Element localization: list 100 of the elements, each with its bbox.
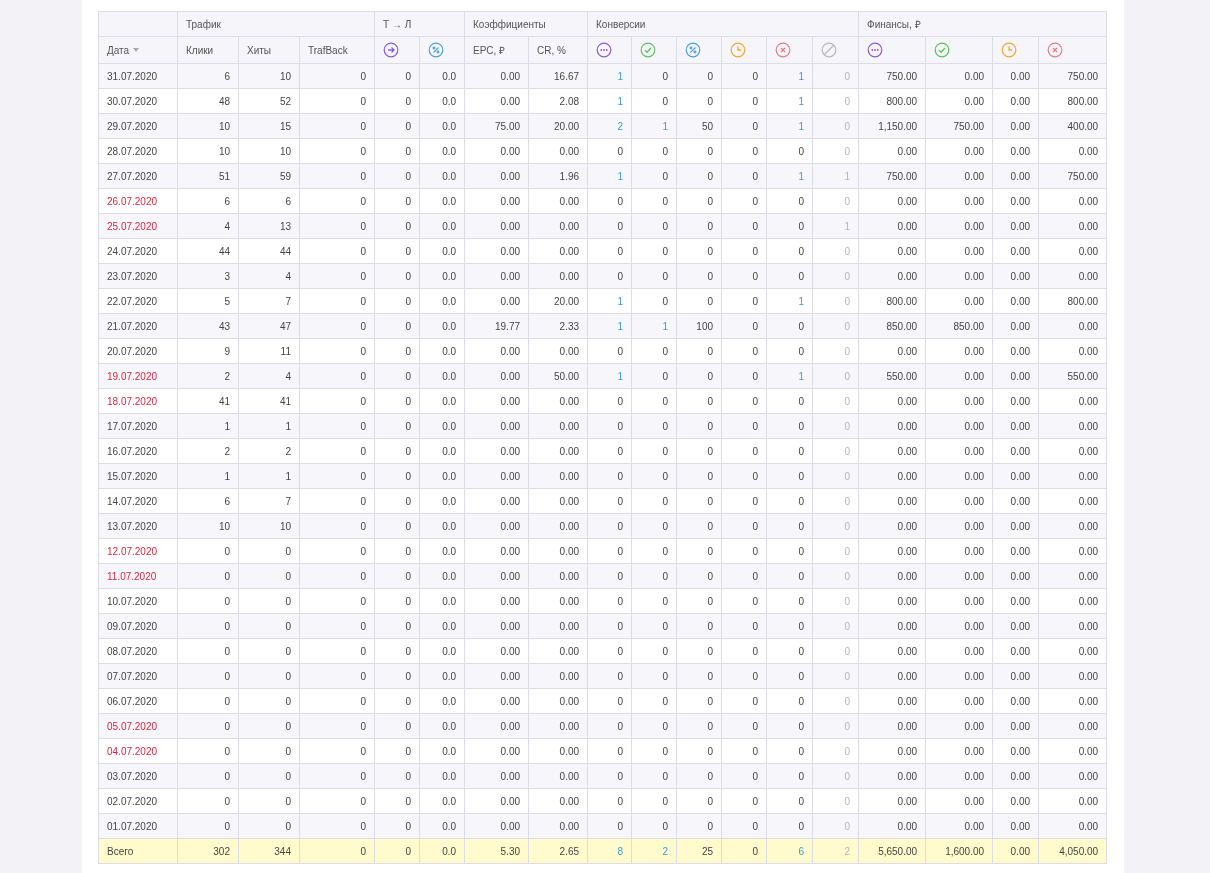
table-cell: 0 bbox=[374, 638, 420, 664]
table-cell: 0 bbox=[631, 563, 677, 589]
table-cell: 400.00 bbox=[1038, 113, 1107, 139]
date-cell: 29.07.2020 bbox=[98, 113, 178, 139]
table-cell: 0 bbox=[812, 313, 859, 339]
table-cell: 0.00 bbox=[858, 513, 926, 539]
table-cell: 0.0 bbox=[419, 338, 465, 364]
count-link[interactable]: 1 bbox=[587, 88, 632, 114]
table-cell: 0 bbox=[676, 488, 722, 514]
table-cell: 0 bbox=[374, 438, 420, 464]
table-cell: 750.00 bbox=[1038, 163, 1107, 189]
count-link[interactable]: 1 bbox=[587, 363, 632, 389]
count-link[interactable]: 1 bbox=[587, 63, 632, 89]
table-cell: 0 bbox=[374, 763, 420, 789]
table-cell: 0 bbox=[374, 613, 420, 639]
table-cell: 0.00 bbox=[1038, 388, 1107, 414]
table-cell: 0 bbox=[299, 638, 375, 664]
table-cell: 19.77 bbox=[464, 313, 529, 339]
table-cell: 0 bbox=[631, 138, 677, 164]
count-link[interactable]: 1 bbox=[766, 113, 813, 139]
table-cell: 0.00 bbox=[1038, 138, 1107, 164]
table-cell: 10 bbox=[238, 138, 300, 164]
table-cell: 0 bbox=[299, 388, 375, 414]
table-cell: 0.00 bbox=[528, 563, 588, 589]
table-cell: 0 bbox=[676, 763, 722, 789]
table-cell: 0 bbox=[721, 713, 767, 739]
table-cell: 0 bbox=[631, 663, 677, 689]
table-cell: 0.00 bbox=[464, 88, 529, 114]
count-link[interactable]: 6 bbox=[766, 838, 813, 864]
table-cell: 0 bbox=[238, 738, 300, 764]
table-cell: 0 bbox=[374, 188, 420, 214]
table-cell: 11 bbox=[238, 338, 300, 364]
table-cell: 0 bbox=[374, 563, 420, 589]
table-cell: 0.00 bbox=[858, 413, 926, 439]
table-cell: 0.00 bbox=[992, 338, 1039, 364]
table-cell: 0.00 bbox=[464, 713, 529, 739]
table-cell: 0.0 bbox=[419, 163, 465, 189]
table-cell: 0 bbox=[721, 788, 767, 814]
count-link[interactable]: 1 bbox=[587, 313, 632, 339]
table-cell: 10 bbox=[177, 513, 239, 539]
date-cell: 04.07.2020 bbox=[98, 738, 178, 764]
table-cell: 0 bbox=[812, 138, 859, 164]
count-link[interactable]: 1 bbox=[766, 63, 813, 89]
table-cell: 0 bbox=[766, 788, 813, 814]
count-link[interactable]: 1 bbox=[587, 163, 632, 189]
table-cell: 0.00 bbox=[992, 213, 1039, 239]
count-link[interactable]: 2 bbox=[631, 838, 677, 864]
table-cell: 0 bbox=[587, 338, 632, 364]
date-cell: 02.07.2020 bbox=[98, 788, 178, 814]
table-cell: 0 bbox=[177, 738, 239, 764]
count-link[interactable]: 2 bbox=[587, 113, 632, 139]
table-cell: 3 bbox=[177, 263, 239, 289]
table-cell: 0.0 bbox=[419, 438, 465, 464]
count-link[interactable]: 1 bbox=[587, 288, 632, 314]
table-cell: 0 bbox=[721, 838, 767, 864]
table-cell: 0 bbox=[299, 838, 375, 864]
table-cell: 0 bbox=[721, 213, 767, 239]
date-cell: 08.07.2020 bbox=[98, 638, 178, 664]
table-cell: 0 bbox=[587, 588, 632, 614]
table-cell: 0.0 bbox=[419, 63, 465, 89]
table-cell: 0 bbox=[676, 713, 722, 739]
table-cell: 0 bbox=[766, 613, 813, 639]
table-cell: 44 bbox=[238, 238, 300, 264]
table-cell: 0 bbox=[374, 63, 420, 89]
table-cell: 0 bbox=[299, 138, 375, 164]
table-cell: 0 bbox=[721, 263, 767, 289]
table-cell: 2.33 bbox=[528, 313, 588, 339]
table-cell: 0 bbox=[299, 513, 375, 539]
table-cell: 0 bbox=[587, 488, 632, 514]
table-cell: 0 bbox=[721, 363, 767, 389]
column-header[interactable]: Дата bbox=[107, 42, 130, 58]
table-cell: 0 bbox=[721, 88, 767, 114]
table-cell: 0.0 bbox=[419, 688, 465, 714]
table-cell: 0 bbox=[177, 638, 239, 664]
table-cell: 0.00 bbox=[992, 438, 1039, 464]
table-cell: 0 bbox=[587, 138, 632, 164]
count-link[interactable]: 1 bbox=[766, 88, 813, 114]
table-cell: 0 bbox=[766, 413, 813, 439]
table-cell: 0.00 bbox=[925, 563, 993, 589]
table-cell: 0 bbox=[631, 63, 677, 89]
table-cell: 4,050.00 bbox=[1038, 838, 1107, 864]
table-cell: 0 bbox=[766, 463, 813, 489]
date-cell: 01.07.2020 bbox=[98, 813, 178, 839]
count-link[interactable]: 1 bbox=[631, 113, 677, 139]
table-cell: 750.00 bbox=[858, 163, 926, 189]
table-cell: 0.00 bbox=[1038, 563, 1107, 589]
count-link[interactable]: 8 bbox=[587, 838, 632, 864]
table-cell: 0.0 bbox=[419, 138, 465, 164]
table-cell: 0.00 bbox=[528, 388, 588, 414]
table-cell: 0 bbox=[721, 163, 767, 189]
table-cell: 0 bbox=[374, 88, 420, 114]
table-cell: 0.00 bbox=[858, 463, 926, 489]
table-cell: 0.0 bbox=[419, 738, 465, 764]
count-link[interactable]: 1 bbox=[631, 313, 677, 339]
count-link[interactable]: 1 bbox=[766, 163, 813, 189]
count-link[interactable]: 1 bbox=[766, 363, 813, 389]
table-cell: 0.00 bbox=[464, 388, 529, 414]
table-cell: 0 bbox=[631, 438, 677, 464]
count-link[interactable]: 1 bbox=[766, 288, 813, 314]
table-cell: 4 bbox=[238, 363, 300, 389]
